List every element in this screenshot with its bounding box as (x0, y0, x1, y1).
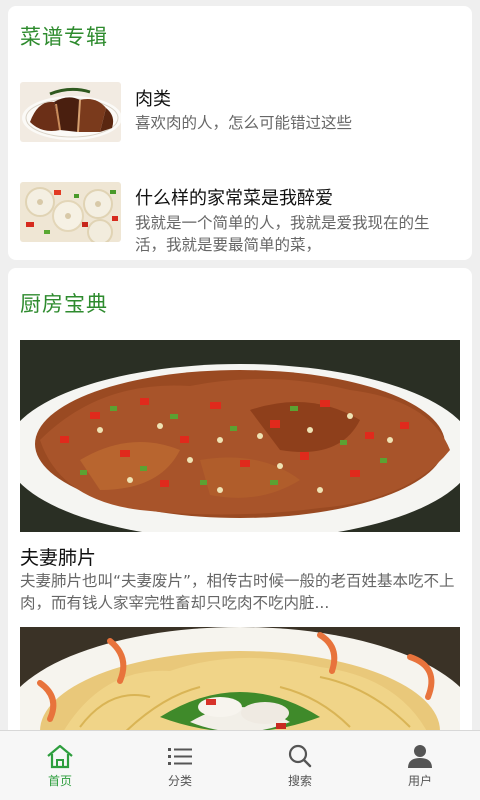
tab-home[interactable]: 首页 (0, 731, 120, 800)
recipe-item-home-cooking[interactable]: 什么样的家常菜是我醉爱 我就是一个简单的人，我就是爱我现在的生活，我就是要最简单… (8, 182, 472, 254)
tab-search-label: 搜索 (287, 774, 312, 788)
recipe-album-title: 菜谱专辑 (20, 25, 108, 49)
tab-user-label: 用户 (407, 774, 432, 788)
search-icon (288, 744, 312, 768)
kitchen-guide-title: 厨房宝典 (20, 292, 108, 316)
tab-home-label: 首页 (47, 774, 72, 788)
recipe-thumbnail-meat (20, 82, 121, 142)
tab-category-label: 分类 (167, 774, 192, 788)
kitchen-guide-card: 厨房宝典 夫妻肺片 夫妻肺片也叫“夫妻废片”，相传古时候一般的老百姓基本吃不上肉… (8, 268, 472, 748)
list-icon (168, 748, 192, 765)
home-icon (47, 744, 73, 769)
article-image-fuqi-feipian[interactable] (20, 340, 460, 532)
user-icon (408, 745, 432, 768)
tab-category[interactable]: 分类 (120, 731, 240, 800)
recipe-title: 什么样的家常菜是我醉爱 (135, 188, 333, 209)
article-title[interactable]: 夫妻肺片 (20, 543, 96, 570)
recipe-album-card: 菜谱专辑 肉类 喜欢肉的人，怎么可能错过这些 什么样的家常菜是我醉爱 我就是一个… (8, 6, 472, 260)
recipe-item-meat[interactable]: 肉类 喜欢肉的人，怎么可能错过这些 (8, 82, 472, 152)
tab-user[interactable]: 用户 (360, 731, 480, 800)
recipe-description: 喜欢肉的人，怎么可能错过这些 (135, 114, 353, 132)
bottom-tab-bar: 首页 分类 搜索 用户 (0, 730, 480, 800)
article-description: 夫妻肺片也叫“夫妻废片”，相传古时候一般的老百姓基本吃不上肉，而有钱人家宰完牲畜… (20, 572, 455, 612)
recipe-description: 我就是一个简单的人，我就是爱我现在的生活，我就是要最简单的菜， (135, 214, 430, 254)
recipe-title: 肉类 (135, 89, 171, 110)
recipe-thumbnail-home-cooking (20, 182, 121, 242)
tab-search[interactable]: 搜索 (240, 731, 360, 800)
